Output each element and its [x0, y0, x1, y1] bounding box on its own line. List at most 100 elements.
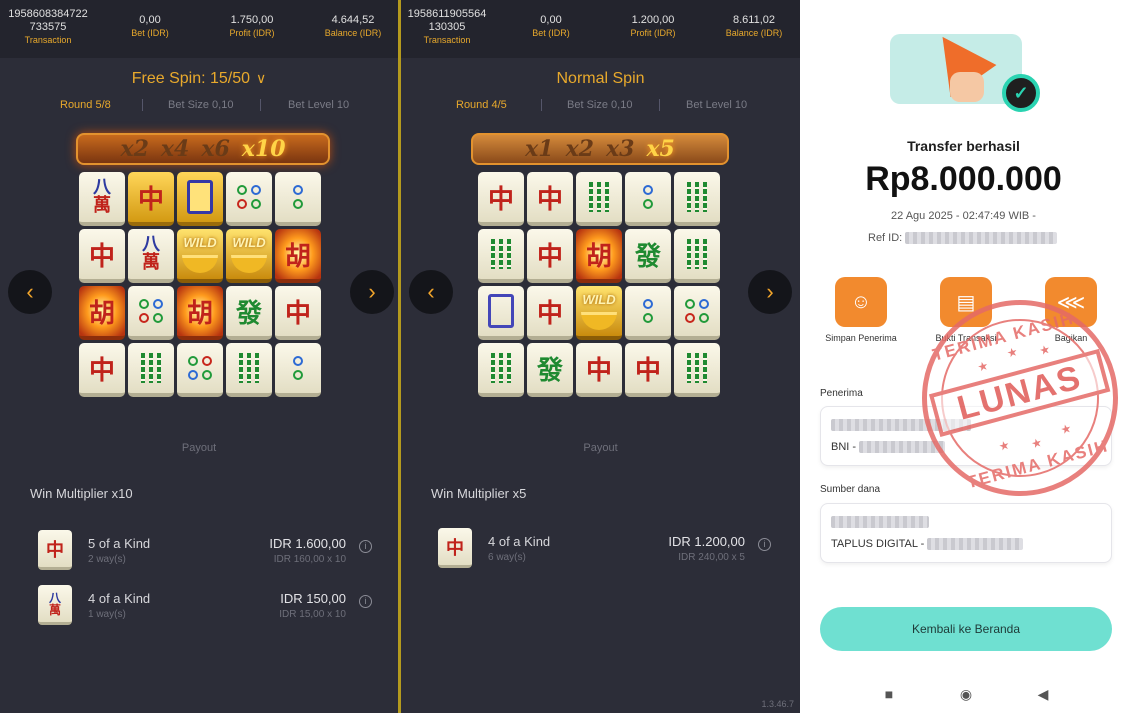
reference-id: Ref ID:	[868, 232, 1058, 245]
tile-five-dots-icon	[128, 286, 174, 340]
home-circle-icon[interactable]: ◉	[956, 684, 976, 704]
tile-white-dragon-gold-icon	[177, 172, 223, 226]
info-icon[interactable]: i	[359, 540, 372, 553]
tile-wild-icon: WILD	[177, 229, 223, 283]
redacted-source-number	[927, 538, 1024, 551]
chevron-left-icon: ‹	[427, 279, 435, 304]
payout-label: Payout	[181, 442, 217, 454]
payout-row: 中 5 of a Kind 2 way(s) IDR 1.600,00 IDR …	[38, 530, 372, 574]
redacted-source-name	[831, 516, 929, 529]
previous-button[interactable]: ‹	[409, 270, 453, 314]
save-recipient-button[interactable]: ☺ Simpan Penerima	[821, 277, 901, 344]
info-icon[interactable]: i	[359, 595, 372, 608]
chevron-left-icon: ‹	[26, 279, 34, 304]
tile-bamboo-icon	[478, 343, 524, 397]
divider	[260, 99, 261, 111]
payout-kind: 4 of a Kind	[488, 534, 551, 549]
tile-zhong-icon: 中	[527, 286, 573, 340]
payout-ways: 6 way(s)	[488, 552, 526, 563]
profit-label: Profit (IDR)	[630, 28, 676, 38]
win-multiplier-label: Win Multiplier x10	[30, 486, 133, 501]
payout-kind: 4 of a Kind	[88, 591, 151, 606]
transfer-receipt-panel: ✓ Transfer berhasil Rp8.000.000 22 Agu 2…	[800, 0, 1127, 713]
tile-white-dragon-icon	[478, 286, 524, 340]
zhong-symbol-icon: 中	[38, 530, 72, 570]
recent-apps-icon[interactable]: ■	[879, 684, 899, 704]
eight-wan-symbol-icon: 八萬	[38, 585, 72, 625]
tile-bamboo-icon	[674, 172, 720, 226]
balance-stat: 8.611,02 Balance (IDR)	[711, 14, 797, 40]
profit-stat: 1.200,00 Profit (IDR)	[613, 14, 693, 40]
tile-zhong-icon: 中	[275, 286, 321, 340]
round-label: Round 4/5	[456, 99, 507, 111]
spin-title: Normal Spin	[556, 70, 645, 87]
tile-fa-icon: 發	[226, 286, 272, 340]
previous-button[interactable]: ‹	[8, 270, 52, 314]
tile-bamboo-icon	[674, 229, 720, 283]
tile-eight-wan-icon: 八萬	[79, 172, 125, 226]
tile-five-dots-icon	[177, 343, 223, 397]
tile-zhong-icon: 中	[79, 343, 125, 397]
divider	[142, 99, 143, 111]
chevron-right-icon: ›	[368, 279, 376, 304]
multiplier-x4: x4	[160, 136, 190, 162]
info-icon[interactable]: i	[758, 538, 771, 551]
payout-label: Payout	[583, 442, 618, 454]
next-button[interactable]: ›	[748, 270, 792, 314]
tile-two-dots-icon	[625, 172, 671, 226]
divider	[659, 99, 660, 111]
version-label: 1.3.46.7	[761, 699, 794, 709]
back-to-home-button[interactable]: Kembali ke Beranda	[820, 607, 1112, 651]
chevron-right-icon: ›	[766, 279, 774, 304]
redacted-reference	[905, 232, 1058, 245]
payout-row: 八萬 4 of a Kind 1 way(s) IDR 150,00 IDR 1…	[38, 585, 372, 629]
tile-zhong-icon: 中	[576, 343, 622, 397]
payout-calc: IDR 160,00 x 10	[273, 554, 346, 565]
tile-zhong-gold-icon: 中	[128, 172, 174, 226]
bet-stat: 0,00 Bet (IDR)	[110, 14, 190, 40]
next-button[interactable]: ›	[350, 270, 394, 314]
round-label: Round 5/8	[60, 99, 111, 111]
tile-two-dots-icon	[275, 172, 321, 226]
profit-stat: 1.750,00 Profit (IDR)	[212, 14, 292, 40]
spin-title-text: Free Spin: 15/50	[131, 70, 251, 87]
multiplier-x2: x2	[120, 136, 149, 162]
round-info-bar: Round 5/8 Bet Size 0,10 Bet Level 10	[30, 99, 370, 113]
tile-zhong-icon: 中	[478, 172, 524, 226]
profit-value: 1.750,00	[230, 14, 274, 26]
tile-fa-icon: 發	[527, 343, 573, 397]
transaction-label: Transaction	[24, 35, 72, 45]
screenshot-root: 1958608384722 733575 Transaction 0,00 Be…	[0, 0, 1127, 713]
bet-label: Bet (IDR)	[131, 28, 169, 38]
game-panel-normal-spin: 1958611905564 130305 Transaction 0,00 Be…	[401, 0, 800, 713]
tile-bamboo-icon	[576, 172, 622, 226]
spin-title-dropdown[interactable]: Free Spin: 15/50 ∨	[0, 70, 398, 88]
tile-two-dots-icon	[625, 286, 671, 340]
back-triangle-icon[interactable]: ◀	[1033, 684, 1053, 704]
tile-hu-fire-icon: 胡	[79, 286, 125, 340]
transaction-id-line2: 733575	[29, 21, 67, 33]
tile-hu-fire-icon: 胡	[177, 286, 223, 340]
tile-hu-fire-icon: 胡	[275, 229, 321, 283]
bet-size-label: Bet Size 0,10	[567, 99, 633, 111]
top-stats-bar: 1958608384722 733575 Transaction 0,00 Be…	[0, 0, 398, 58]
transaction-id-line1: 1958611905564	[407, 8, 487, 20]
transfer-status-title: Transfer berhasil	[907, 138, 1020, 154]
recipient-bank: BNI -	[831, 441, 857, 453]
multiplier-x3: x3	[606, 136, 635, 162]
tile-hu-fire-icon: 胡	[576, 229, 622, 283]
multiplier-x2: x2	[565, 136, 594, 162]
payout-kind: 5 of a Kind	[88, 536, 151, 551]
bet-label: Bet (IDR)	[532, 28, 570, 38]
transfer-amount: Rp8.000.000	[865, 160, 1062, 198]
payout-amount: IDR 1.200,00	[668, 534, 745, 549]
win-multiplier-label: Win Multiplier x5	[431, 486, 527, 501]
zhong-symbol-icon: 中	[438, 528, 472, 568]
transaction-block[interactable]: 1958608384722 733575 Transaction	[4, 8, 92, 47]
source-section-label: Sumber dana	[820, 484, 881, 495]
balance-value: 4.644,52	[331, 14, 375, 26]
transaction-block[interactable]: 1958611905564 130305 Transaction	[403, 8, 491, 47]
reel-grid: 八萬 中 中 八萬 WILD WILD 胡 胡 胡 發 中 中	[79, 172, 321, 397]
check-icon: ✓	[1002, 74, 1040, 112]
game-panel-free-spin: 1958608384722 733575 Transaction 0,00 Be…	[0, 0, 398, 713]
